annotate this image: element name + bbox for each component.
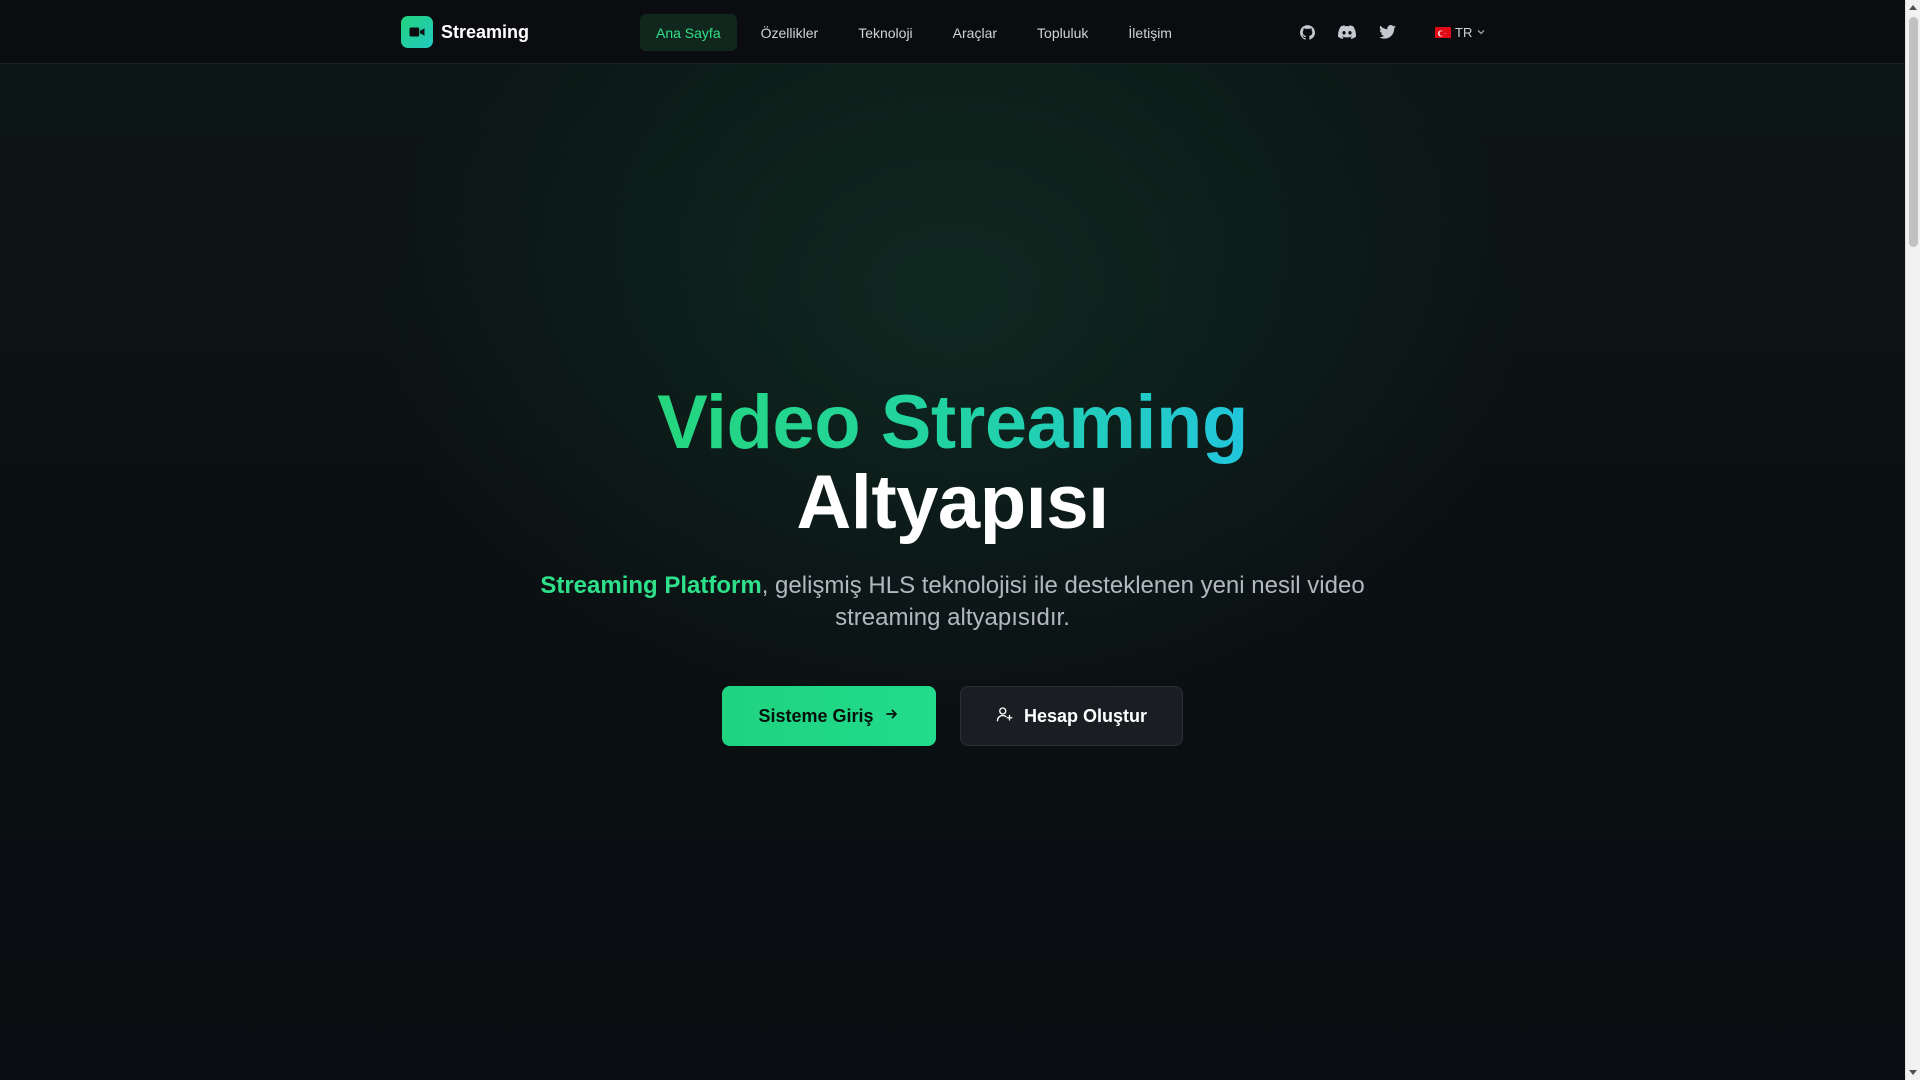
hero-subtitle-text: , gelişmiş HLS teknolojisi ile desteklen… xyxy=(761,572,1365,631)
discord-icon[interactable] xyxy=(1335,20,1359,44)
create-account-button-label: Hesap Oluştur xyxy=(1023,705,1148,726)
github-icon[interactable] xyxy=(1295,20,1319,44)
chevron-down-icon xyxy=(1476,25,1486,40)
login-button[interactable]: Sisteme Giriş xyxy=(722,686,936,746)
brand-link[interactable]: Streaming xyxy=(401,16,529,48)
login-button-label: Sisteme Giriş xyxy=(758,705,874,726)
nav-item-araclar[interactable]: Araçlar xyxy=(937,14,1013,51)
nav-item-topluluk[interactable]: Topluluk xyxy=(1021,14,1104,51)
scroll-up-arrow-icon[interactable] xyxy=(1909,5,1917,10)
language-code: TR xyxy=(1455,24,1473,40)
language-selector[interactable]: TR xyxy=(1435,20,1486,44)
nav-item-ozellikler[interactable]: Özellikler xyxy=(745,14,835,51)
hero-subtitle-highlight: Streaming Platform xyxy=(540,572,762,599)
twitter-icon[interactable] xyxy=(1375,20,1399,44)
nav-item-ana-sayfa[interactable]: Ana Sayfa xyxy=(640,14,737,51)
main-nav: Ana Sayfa Özellikler Teknoloji Araçlar T… xyxy=(640,14,1188,51)
nav-item-teknoloji[interactable]: Teknoloji xyxy=(842,14,928,51)
page-scrollbar[interactable] xyxy=(1905,0,1920,1080)
video-camera-icon xyxy=(401,16,433,48)
hero-title-white: Altyapısı xyxy=(796,460,1109,545)
create-account-button[interactable]: Hesap Oluştur xyxy=(960,686,1183,746)
hero-title-gradient: Video Streaming xyxy=(657,380,1248,465)
brand-name: Streaming xyxy=(441,21,530,42)
turkey-flag-icon xyxy=(1435,26,1451,38)
social-links xyxy=(1295,20,1399,44)
user-plus-icon xyxy=(996,705,1014,728)
cta-group: Sisteme Giriş Hesap Oluştur xyxy=(722,686,1183,746)
nav-item-iletisim[interactable]: İletişim xyxy=(1112,14,1188,51)
scroll-down-arrow-icon[interactable] xyxy=(1909,1070,1917,1075)
hero-subtitle: Streaming Platform, gelişmiş HLS teknolo… xyxy=(523,570,1383,634)
scroll-thumb[interactable] xyxy=(1909,17,1918,247)
arrow-right-icon xyxy=(884,706,900,727)
page: Streaming Ana Sayfa Özellikler Teknoloji… xyxy=(0,0,1905,1080)
hero-section: Video Streaming Altyapısı Streaming Plat… xyxy=(0,380,1905,634)
navbar: Streaming Ana Sayfa Özellikler Teknoloji… xyxy=(0,0,1905,64)
